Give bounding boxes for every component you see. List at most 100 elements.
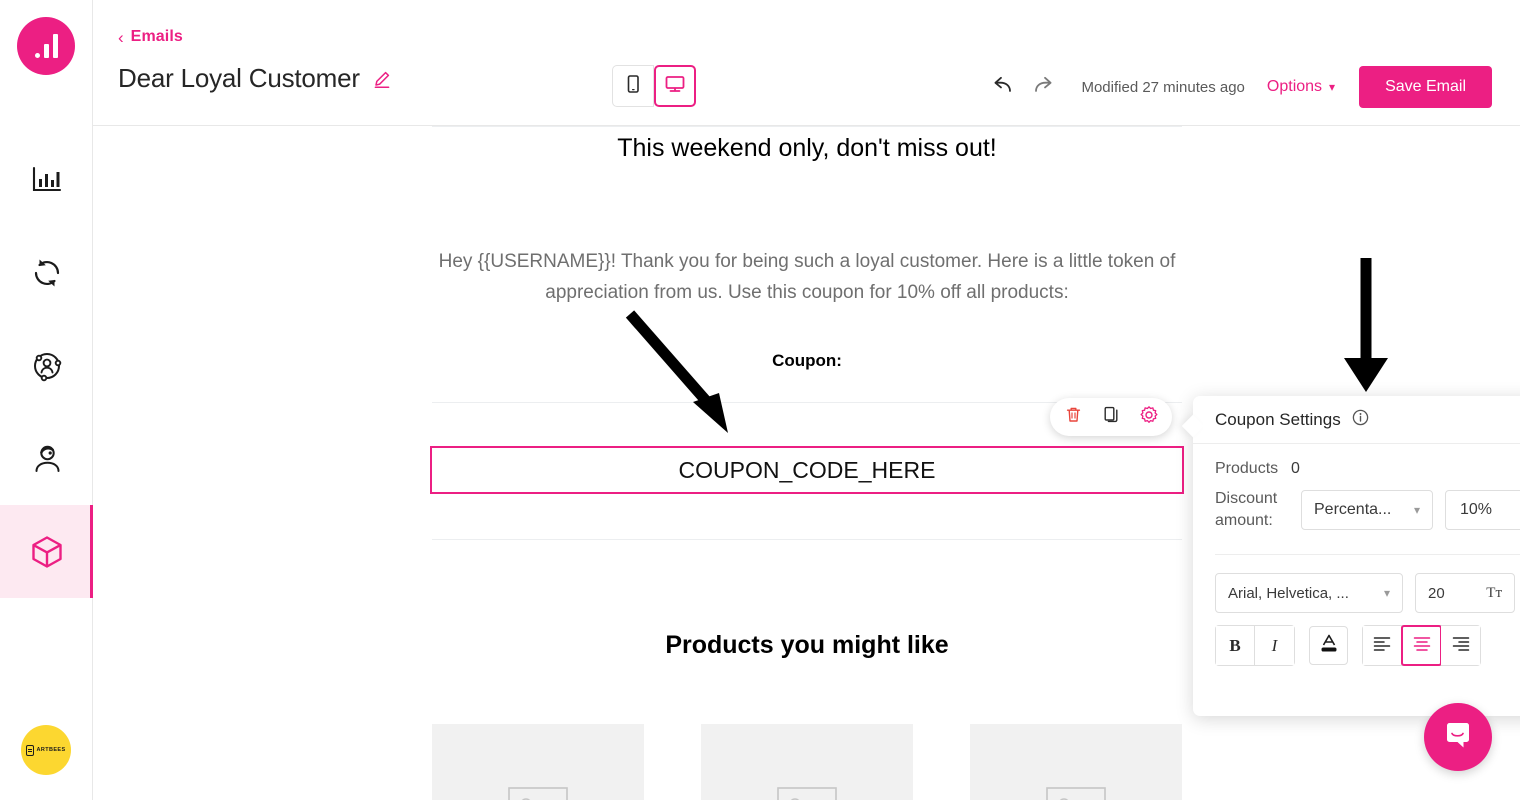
gear-icon: [1139, 405, 1159, 430]
image-placeholder-icon: [1046, 787, 1106, 800]
discount-amount-value: 10%: [1460, 501, 1493, 518]
email-builder-app: ARTBEES ‹ Emails Dear Loyal Customer Mod…: [0, 0, 1520, 800]
email-heading-weekend[interactable]: This weekend only, don't miss out!: [432, 134, 1182, 163]
sidebar-item-agents[interactable]: [0, 412, 93, 505]
redo-button[interactable]: [1023, 67, 1063, 107]
section-divider-top: [432, 126, 1182, 127]
sidebar-item-automations[interactable]: [0, 226, 93, 319]
discount-type-select[interactable]: Percenta... ▾: [1301, 490, 1433, 530]
font-controls-row: Arial, Helvetica, ... ▾ 20 Tᴛ: [1193, 555, 1520, 613]
product-card-row: [432, 724, 1182, 800]
align-button-group: [1362, 625, 1481, 666]
info-circle-icon[interactable]: [1352, 409, 1369, 431]
product-placeholder-card[interactable]: [970, 724, 1182, 800]
save-email-button[interactable]: Save Email: [1359, 66, 1492, 108]
analytics-chart-icon: [30, 163, 64, 197]
panel-body: Products 0 Discount amount: Percenta... …: [1193, 444, 1520, 555]
page-title: Dear Loyal Customer: [118, 63, 360, 93]
chevron-down-icon: ▾: [1329, 80, 1336, 94]
products-field-row: Products 0: [1215, 458, 1520, 480]
text-size-icon: Tᴛ: [1486, 584, 1502, 601]
text-color-icon: [1318, 632, 1340, 659]
intercom-chat-icon: [1441, 718, 1475, 757]
artbees-mark-icon: [26, 744, 35, 756]
email-products-heading[interactable]: Products you might like: [432, 631, 1182, 660]
sync-refresh-icon: [29, 255, 65, 291]
font-family-select[interactable]: Arial, Helvetica, ... ▾: [1215, 573, 1403, 613]
font-family-value: Arial, Helvetica, ...: [1228, 584, 1349, 602]
email-coupon-label[interactable]: Coupon:: [432, 351, 1182, 371]
undo-button[interactable]: [983, 67, 1023, 107]
options-dropdown[interactable]: Options ▾: [1267, 78, 1335, 96]
redo-arrow-icon: [1030, 73, 1056, 102]
breadcrumb-emails[interactable]: ‹ Emails: [118, 28, 183, 46]
align-left-button[interactable]: [1363, 626, 1402, 665]
agent-person-icon: [30, 442, 64, 476]
align-left-icon: [1372, 634, 1392, 657]
discount-amount-label: Discount amount:: [1215, 490, 1278, 529]
text-style-row: B I: [1193, 613, 1520, 666]
sidebar-nav: [0, 133, 93, 598]
product-placeholder-card[interactable]: [432, 724, 644, 800]
text-color-button[interactable]: [1309, 626, 1348, 665]
sidebar-item-contacts[interactable]: [0, 319, 93, 412]
header-actions: Modified 27 minutes ago Options ▾ Save E…: [983, 66, 1492, 108]
panel-header: Coupon Settings: [1193, 396, 1520, 444]
bold-label: B: [1229, 635, 1241, 655]
desktop-monitor-icon: [663, 73, 687, 100]
undo-arrow-icon: [990, 73, 1016, 102]
chevron-left-icon: ‹: [118, 27, 124, 47]
trash-icon: [1064, 405, 1083, 429]
cube-box-icon: [28, 533, 66, 571]
font-size-input[interactable]: 20 Tᴛ: [1415, 573, 1515, 613]
products-value[interactable]: 0: [1291, 460, 1300, 478]
coupon-settings-panel: Coupon Settings Products 0 Discount amou…: [1193, 396, 1520, 716]
contacts-network-icon: [30, 349, 64, 383]
discount-type-value: Percenta...: [1314, 501, 1392, 518]
email-title-row: Dear Loyal Customer: [118, 63, 392, 94]
section-divider-below-coupon: [432, 539, 1182, 540]
app-logo[interactable]: [17, 17, 75, 75]
sidebar-item-analytics[interactable]: [0, 133, 93, 226]
email-paragraph[interactable]: Hey {{USERNAME}}! Thank you for being su…: [432, 246, 1182, 308]
italic-button[interactable]: I: [1255, 626, 1294, 665]
top-header: ‹ Emails Dear Loyal Customer Modified 27…: [93, 0, 1520, 126]
chevron-down-icon: ▾: [1413, 503, 1420, 517]
coupon-code-text: COUPON_CODE_HERE: [678, 456, 936, 483]
bold-button[interactable]: B: [1216, 626, 1255, 665]
panel-title: Coupon Settings: [1215, 409, 1341, 429]
pencil-edit-icon[interactable]: [372, 69, 392, 89]
device-preview-toggle: [612, 65, 696, 107]
italic-label: I: [1271, 635, 1278, 655]
product-placeholder-card[interactable]: [701, 724, 913, 800]
bold-italic-group: B I: [1215, 625, 1295, 666]
bar-chart-logo-icon: [17, 17, 75, 75]
options-label: Options: [1266, 78, 1323, 95]
mobile-device-icon: [623, 73, 643, 100]
align-center-icon: [1412, 634, 1432, 657]
element-settings-button[interactable]: [1136, 404, 1162, 430]
image-placeholder-icon: [777, 787, 837, 800]
duplicate-icon: [1102, 405, 1121, 429]
align-right-icon: [1451, 634, 1471, 657]
chevron-down-icon: ▾: [1383, 586, 1390, 600]
intercom-chat-launcher[interactable]: [1424, 703, 1492, 771]
coupon-code-block[interactable]: COUPON_CODE_HERE: [430, 446, 1184, 494]
align-center-button[interactable]: [1401, 625, 1442, 666]
device-toggle-mobile[interactable]: [612, 65, 654, 107]
element-floating-toolbar: [1050, 398, 1172, 436]
left-sidebar: ARTBEES: [0, 0, 93, 800]
device-toggle-desktop[interactable]: [654, 65, 696, 107]
delete-element-button[interactable]: [1060, 404, 1086, 430]
image-placeholder-icon: [508, 787, 568, 800]
modified-timestamp: Modified 27 minutes ago: [1081, 78, 1245, 96]
discount-amount-input[interactable]: 10%: [1445, 490, 1520, 530]
breadcrumb-label: Emails: [130, 28, 183, 45]
align-right-button[interactable]: [1441, 626, 1480, 665]
discount-field-row: Discount amount: Percenta... ▾ 10%: [1215, 488, 1520, 532]
artbees-logo-text: ARTBEES: [36, 747, 66, 753]
artbees-footer-logo[interactable]: ARTBEES: [21, 725, 71, 775]
font-size-value: 20: [1428, 584, 1445, 602]
sidebar-item-products[interactable]: [0, 505, 93, 598]
duplicate-element-button[interactable]: [1098, 404, 1124, 430]
